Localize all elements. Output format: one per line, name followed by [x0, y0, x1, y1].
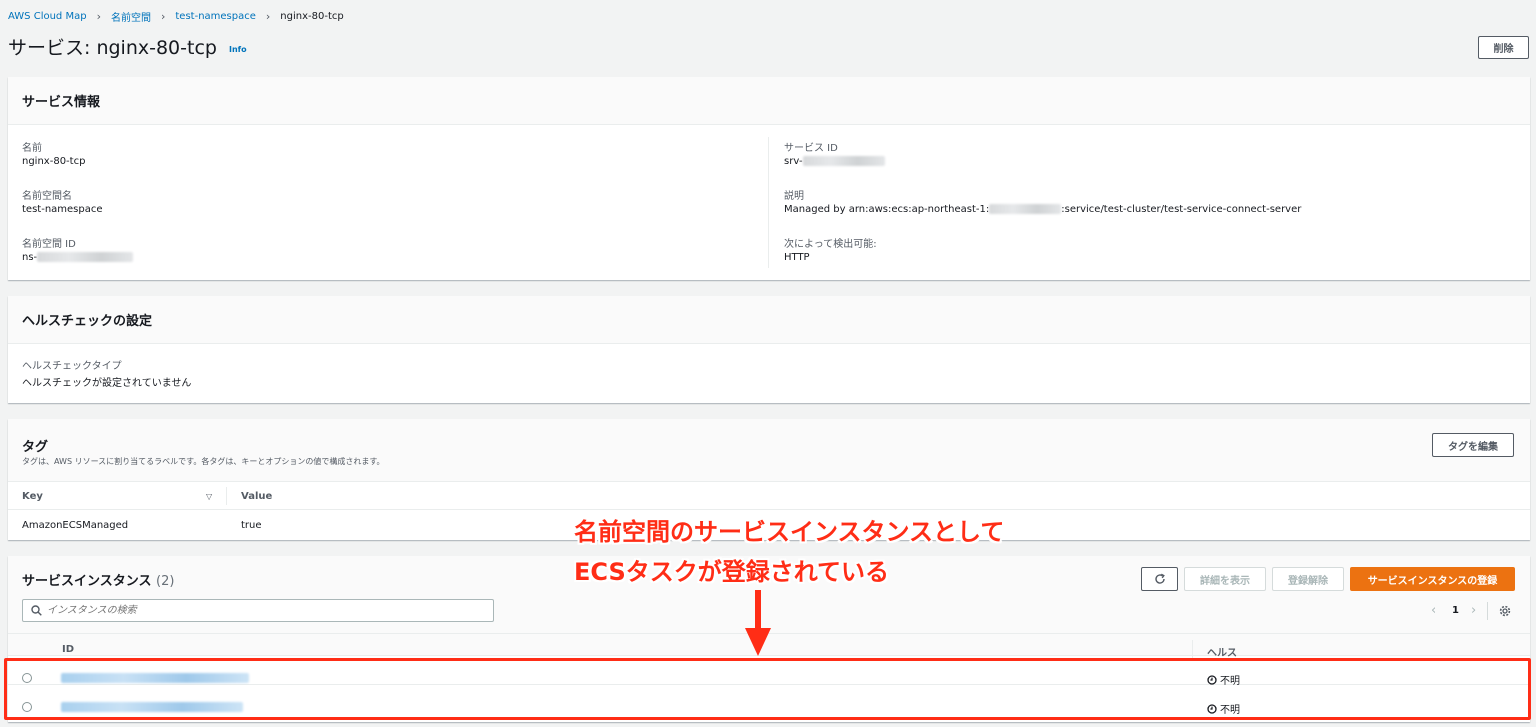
- chevron-right-icon: ›: [96, 10, 101, 23]
- service-instances-title: サービスインスタンス: [22, 574, 152, 589]
- description-prefix: Managed by arn:aws:ecs:ap-northeast-1:: [784, 204, 990, 215]
- health-check-heading: ヘルスチェックの設定: [22, 314, 153, 329]
- annotation-highlight-box: [4, 658, 1531, 720]
- sort-down-icon[interactable]: ▽: [206, 492, 212, 501]
- health-check-type-value: ヘルスチェックが設定されていません: [22, 378, 192, 389]
- chevron-right-icon: ›: [265, 10, 271, 23]
- breadcrumb: AWS Cloud Map › 名前空間 › test-namespace › …: [8, 9, 344, 24]
- register-instance-button[interactable]: サービスインスタンスの登録: [1350, 567, 1515, 591]
- instances-column-id: ID: [62, 644, 75, 655]
- edit-tags-button[interactable]: タグを編集: [1432, 433, 1514, 457]
- name-value: nginx-80-tcp: [22, 156, 86, 167]
- tags-column-key[interactable]: Key: [22, 491, 43, 502]
- annotation-line-1: 名前空間のサービスインスタンスとして: [574, 518, 1005, 546]
- refresh-button[interactable]: [1141, 567, 1178, 591]
- namespace-name-label: 名前空間名: [22, 191, 72, 202]
- service-info-header: サービス情報: [8, 77, 1530, 125]
- search-icon: [31, 605, 42, 616]
- instance-search-input[interactable]: [47, 600, 487, 620]
- namespace-id-value: ns-: [22, 252, 134, 263]
- namespace-id-label: 名前空間 ID: [22, 239, 76, 250]
- tags-heading: タグ: [22, 440, 49, 455]
- service-id-value: srv-: [784, 156, 885, 167]
- annotation-arrow-icon: [745, 590, 771, 656]
- breadcrumb-current: nginx-80-tcp: [280, 11, 344, 22]
- discoverable-label: 次によって検出可能:: [784, 239, 877, 250]
- instance-search: [22, 599, 494, 622]
- page-title: サービス: nginx-80-tcp: [8, 37, 217, 59]
- tags-column-value: Value: [241, 491, 273, 502]
- description-suffix: :service/test-cluster/test-service-conne…: [1061, 204, 1302, 215]
- service-info-panel: サービス情報: [8, 77, 1530, 280]
- view-details-button[interactable]: 詳細を表示: [1184, 567, 1266, 591]
- breadcrumb-cloud-map[interactable]: AWS Cloud Map: [8, 11, 87, 22]
- service-info-heading: サービス情報: [22, 95, 101, 110]
- description-label: 説明: [784, 191, 804, 202]
- description-value: Managed by arn:aws:ecs:ap-northeast-1: :s…: [784, 204, 1301, 215]
- pagination-divider: [1487, 602, 1488, 620]
- tags-description: タグは、AWS リソースに割り当てるラベルです。各タグは、キーとオプションの値で…: [22, 457, 385, 466]
- chevron-right-icon: ›: [160, 10, 166, 23]
- annotation-line-2: ECSタスクが登録されている: [574, 558, 890, 586]
- health-check-header: ヘルスチェックの設定: [8, 296, 1530, 344]
- info-link[interactable]: Info: [229, 45, 247, 54]
- health-check-type-label: ヘルスチェックタイプ: [22, 361, 122, 372]
- tags-table-header-row: [8, 482, 1530, 510]
- discoverable-value: HTTP: [784, 252, 810, 263]
- redacted-block: [802, 156, 885, 166]
- service-instances-count: (2): [156, 574, 175, 589]
- tag-key-cell: AmazonECSManaged: [22, 520, 129, 531]
- namespace-name-value: test-namespace: [22, 204, 103, 215]
- delete-button[interactable]: 削除: [1478, 36, 1529, 59]
- breadcrumb-namespaces[interactable]: 名前空間: [111, 9, 151, 24]
- tag-value-cell: true: [241, 520, 262, 531]
- page-number[interactable]: 1: [1452, 605, 1459, 616]
- namespace-id-prefix: ns-: [22, 252, 38, 263]
- redacted-block: [37, 252, 134, 262]
- instances-column-health: ヘルス: [1207, 648, 1237, 659]
- service-instances-heading: サービスインスタンス (2): [22, 570, 174, 589]
- column-divider: [768, 137, 769, 268]
- breadcrumb-namespace[interactable]: test-namespace: [175, 11, 256, 22]
- gear-icon[interactable]: [1499, 605, 1511, 617]
- service-id-prefix: srv-: [784, 156, 803, 167]
- chevron-right-icon[interactable]: ›: [1471, 603, 1476, 618]
- service-id-label: サービス ID: [784, 143, 838, 154]
- column-separator: [1192, 640, 1193, 658]
- tags-header: タグ タグは、AWS リソースに割り当てるラベルです。各タグは、キーとオプション…: [8, 419, 1530, 482]
- column-separator: [226, 487, 227, 505]
- refresh-icon: [1154, 573, 1165, 584]
- name-label: 名前: [22, 143, 42, 154]
- health-check-panel: ヘルスチェックの設定: [8, 296, 1530, 403]
- deregister-button[interactable]: 登録解除: [1272, 567, 1344, 591]
- chevron-left-icon[interactable]: ‹: [1431, 603, 1436, 618]
- redacted-block: [989, 204, 1062, 214]
